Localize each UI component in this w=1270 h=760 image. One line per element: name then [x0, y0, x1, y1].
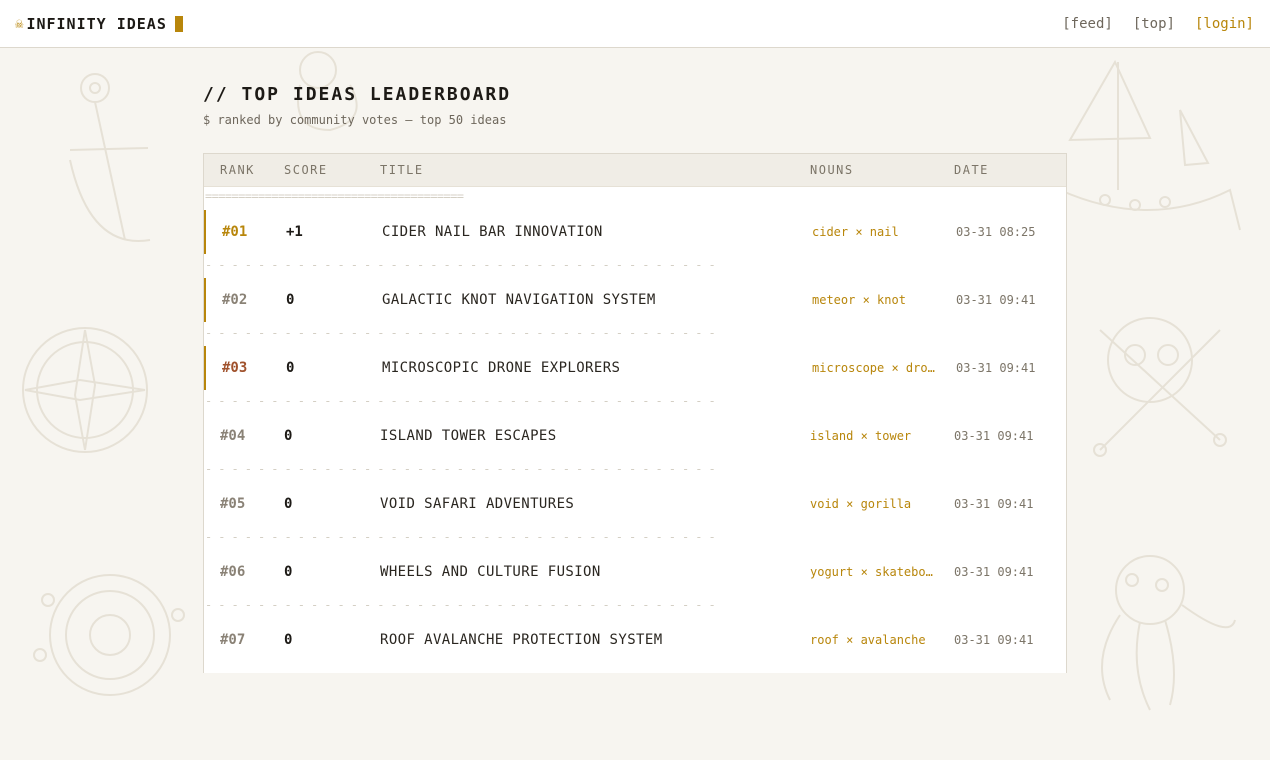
header-rule: =======================================	[205, 189, 464, 203]
octopus-doodle	[1101, 555, 1236, 711]
idea-title-link[interactable]: MICROSCOPIC DRONE EXPLORERS	[382, 346, 620, 390]
cursor-block-icon	[174, 16, 183, 32]
table-row[interactable]: #03 0 MICROSCOPIC DRONE EXPLORERS micros…	[204, 346, 1066, 390]
score-cell: +1	[286, 224, 303, 240]
rank-cell: #06	[220, 564, 246, 580]
page-title: // TOP IDEAS LEADERBOARD	[203, 84, 512, 105]
idea-title-link[interactable]: VOID SAFARI ADVENTURES	[380, 482, 574, 526]
brand-logo[interactable]: ☠ INFINITY IDEAS	[15, 14, 183, 34]
brand-name: INFINITY IDEAS	[26, 15, 167, 33]
rank-cell: #07	[220, 632, 246, 648]
date-cell: 03-31 09:41	[956, 293, 1036, 307]
table-row[interactable]: #05 0 VOID SAFARI ADVENTURES void × gori…	[204, 482, 1066, 526]
row-separator: - - - - - - - - - - - - - - - - - - - - …	[205, 394, 716, 408]
table-row[interactable]: #02 0 GALACTIC KNOT NAVIGATION SYSTEM me…	[204, 278, 1066, 322]
idea-title-link[interactable]: CIDER NAIL BAR INNOVATION	[382, 210, 603, 254]
score-cell: 0	[286, 292, 295, 308]
skull-icon: ☠	[15, 16, 24, 32]
date-cell: 03-31 09:41	[954, 497, 1034, 511]
rank-cell: #01	[222, 224, 248, 240]
column-header-rank: RANK	[220, 163, 255, 177]
table-row[interactable]: #01 +1 CIDER NAIL BAR INNOVATION cider ×…	[204, 210, 1066, 254]
column-header-score: SCORE	[284, 163, 328, 177]
table-header: RANK SCORE TITLE NOUNS DATE	[204, 154, 1066, 187]
rank-cell: #03	[222, 360, 248, 376]
date-cell: 03-31 09:41	[954, 633, 1034, 647]
nouns-cell: yogurt × skateboard	[810, 565, 934, 579]
nav-feed-link[interactable]: [feed]	[1062, 14, 1113, 34]
idea-title-link[interactable]: ROOF AVALANCHE PROTECTION SYSTEM	[380, 618, 663, 662]
date-cell: 03-31 08:25	[956, 225, 1036, 239]
compass-doodle	[22, 327, 148, 453]
rank-cell: #05	[220, 496, 246, 512]
table-row[interactable]: #04 0 ISLAND TOWER ESCAPES island × towe…	[204, 414, 1066, 458]
wheel-doodle	[33, 574, 185, 696]
date-cell: 03-31 09:41	[954, 429, 1034, 443]
rank-cell: #04	[220, 428, 246, 444]
date-cell: 03-31 09:41	[956, 361, 1036, 375]
nav-top-link[interactable]: [top]	[1133, 14, 1175, 34]
rank-cell: #02	[222, 292, 248, 308]
idea-title-link[interactable]: GALACTIC KNOT NAVIGATION SYSTEM	[382, 278, 656, 322]
score-cell: 0	[284, 564, 293, 580]
row-separator: - - - - - - - - - - - - - - - - - - - - …	[205, 462, 716, 476]
score-cell: 0	[284, 428, 293, 444]
table-row[interactable]: #06 0 WHEELS AND CULTURE FUSION yogurt ×…	[204, 550, 1066, 594]
column-header-date: DATE	[954, 163, 989, 177]
row-separator: - - - - - - - - - - - - - - - - - - - - …	[205, 258, 716, 272]
nouns-cell: island × tower	[810, 429, 912, 443]
table-row[interactable]: #07 0 ROOF AVALANCHE PROTECTION SYSTEM r…	[204, 618, 1066, 662]
anchor-doodle	[69, 73, 151, 242]
nouns-cell: microscope × drone	[812, 361, 936, 375]
score-cell: 0	[284, 496, 293, 512]
score-cell: 0	[284, 632, 293, 648]
main-nav: [feed] [top] [login]	[1062, 14, 1254, 34]
nouns-cell: meteor × knot	[812, 293, 906, 307]
column-header-nouns: NOUNS	[810, 163, 854, 177]
row-separator: - - - - - - - - - - - - - - - - - - - - …	[205, 598, 716, 612]
leaderboard-table: RANK SCORE TITLE NOUNS DATE ============…	[203, 153, 1067, 673]
nouns-cell: void × gorilla	[810, 497, 912, 511]
ship-doodle	[1059, 59, 1241, 231]
date-cell: 03-31 09:41	[954, 565, 1034, 579]
nouns-cell: cider × nail	[812, 225, 899, 239]
page-subtitle: $ ranked by community votes — top 50 ide…	[203, 113, 507, 127]
nav-login-link[interactable]: [login]	[1195, 14, 1254, 34]
row-separator: - - - - - - - - - - - - - - - - - - - - …	[205, 530, 716, 544]
row-separator: - - - - - - - - - - - - - - - - - - - - …	[205, 326, 716, 340]
score-cell: 0	[286, 360, 295, 376]
idea-title-link[interactable]: ISLAND TOWER ESCAPES	[380, 414, 557, 458]
idea-title-link[interactable]: WHEELS AND CULTURE FUSION	[380, 550, 601, 594]
top-bar: ☠ INFINITY IDEAS [feed] [top] [login]	[0, 0, 1270, 48]
nouns-cell: roof × avalanche	[810, 633, 926, 647]
column-header-title: TITLE	[380, 163, 424, 177]
skull-doodle	[1093, 317, 1227, 457]
